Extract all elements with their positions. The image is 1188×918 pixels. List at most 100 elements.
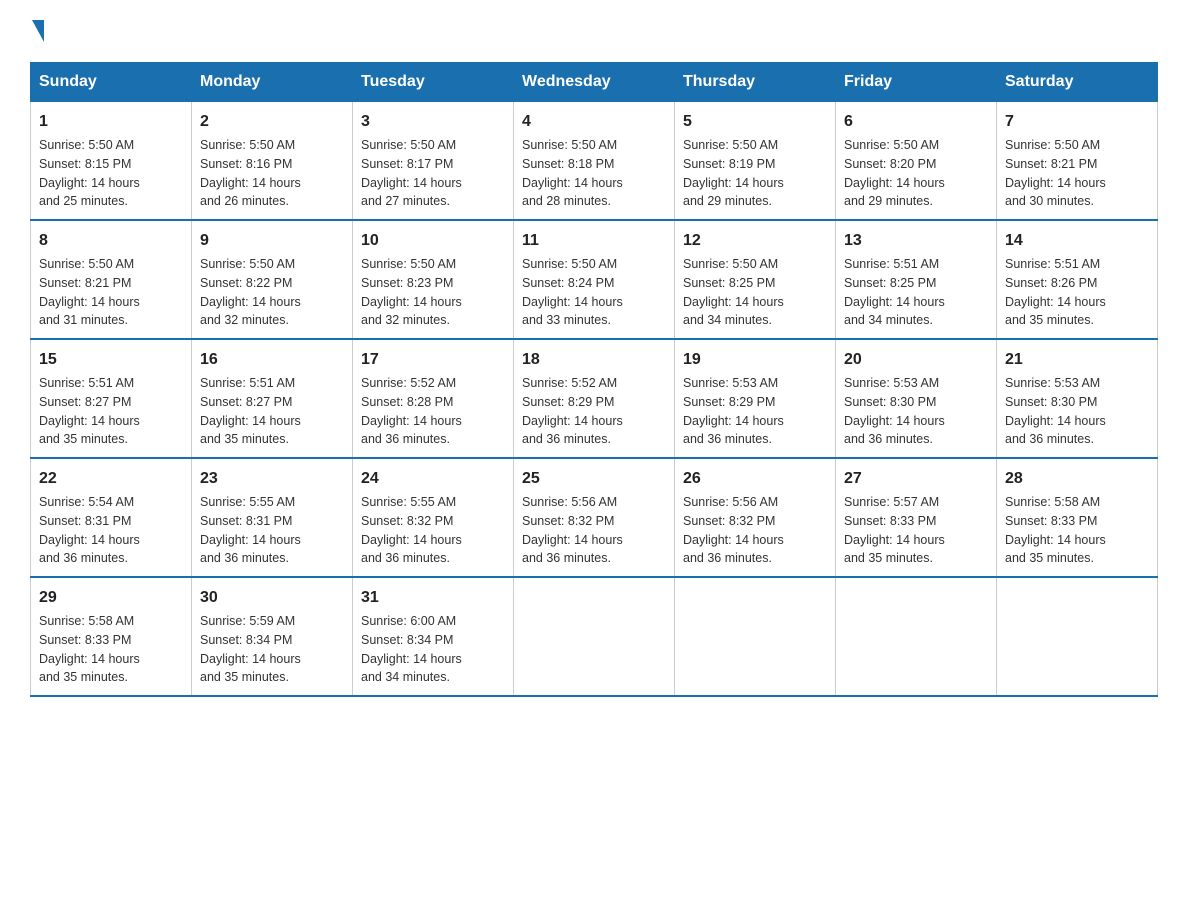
calendar-cell: 8Sunrise: 5:50 AM Sunset: 8:21 PM Daylig…: [31, 220, 192, 339]
day-number: 13: [844, 229, 988, 253]
day-info: Sunrise: 5:53 AM Sunset: 8:30 PM Dayligh…: [1005, 374, 1149, 449]
calendar-cell: 26Sunrise: 5:56 AM Sunset: 8:32 PM Dayli…: [675, 458, 836, 577]
calendar-cell: 6Sunrise: 5:50 AM Sunset: 8:20 PM Daylig…: [836, 102, 997, 221]
calendar-cell: 5Sunrise: 5:50 AM Sunset: 8:19 PM Daylig…: [675, 102, 836, 221]
calendar-week-row: 22Sunrise: 5:54 AM Sunset: 8:31 PM Dayli…: [31, 458, 1158, 577]
day-info: Sunrise: 5:58 AM Sunset: 8:33 PM Dayligh…: [39, 612, 183, 687]
day-number: 9: [200, 229, 344, 253]
calendar-cell: 17Sunrise: 5:52 AM Sunset: 8:28 PM Dayli…: [353, 339, 514, 458]
day-number: 18: [522, 348, 666, 372]
calendar-day-header: Wednesday: [514, 63, 675, 102]
day-info: Sunrise: 5:51 AM Sunset: 8:26 PM Dayligh…: [1005, 255, 1149, 330]
day-info: Sunrise: 6:00 AM Sunset: 8:34 PM Dayligh…: [361, 612, 505, 687]
day-info: Sunrise: 5:50 AM Sunset: 8:22 PM Dayligh…: [200, 255, 344, 330]
calendar-cell: 1Sunrise: 5:50 AM Sunset: 8:15 PM Daylig…: [31, 102, 192, 221]
day-info: Sunrise: 5:55 AM Sunset: 8:31 PM Dayligh…: [200, 493, 344, 568]
calendar-day-header: Monday: [192, 63, 353, 102]
day-number: 31: [361, 586, 505, 610]
calendar-cell: [997, 577, 1158, 696]
calendar-day-header: Friday: [836, 63, 997, 102]
calendar-cell: 19Sunrise: 5:53 AM Sunset: 8:29 PM Dayli…: [675, 339, 836, 458]
day-number: 5: [683, 110, 827, 134]
day-number: 3: [361, 110, 505, 134]
calendar-cell: 22Sunrise: 5:54 AM Sunset: 8:31 PM Dayli…: [31, 458, 192, 577]
day-info: Sunrise: 5:59 AM Sunset: 8:34 PM Dayligh…: [200, 612, 344, 687]
day-number: 24: [361, 467, 505, 491]
day-number: 8: [39, 229, 183, 253]
day-info: Sunrise: 5:51 AM Sunset: 8:25 PM Dayligh…: [844, 255, 988, 330]
day-number: 22: [39, 467, 183, 491]
calendar-cell: 24Sunrise: 5:55 AM Sunset: 8:32 PM Dayli…: [353, 458, 514, 577]
day-info: Sunrise: 5:56 AM Sunset: 8:32 PM Dayligh…: [683, 493, 827, 568]
day-info: Sunrise: 5:53 AM Sunset: 8:30 PM Dayligh…: [844, 374, 988, 449]
day-number: 20: [844, 348, 988, 372]
logo-triangle-icon: [32, 20, 44, 42]
calendar-cell: 18Sunrise: 5:52 AM Sunset: 8:29 PM Dayli…: [514, 339, 675, 458]
calendar-header-row: SundayMondayTuesdayWednesdayThursdayFrid…: [31, 63, 1158, 102]
day-number: 26: [683, 467, 827, 491]
calendar-cell: 28Sunrise: 5:58 AM Sunset: 8:33 PM Dayli…: [997, 458, 1158, 577]
day-info: Sunrise: 5:55 AM Sunset: 8:32 PM Dayligh…: [361, 493, 505, 568]
calendar-cell: 23Sunrise: 5:55 AM Sunset: 8:31 PM Dayli…: [192, 458, 353, 577]
day-number: 17: [361, 348, 505, 372]
day-number: 11: [522, 229, 666, 253]
day-info: Sunrise: 5:56 AM Sunset: 8:32 PM Dayligh…: [522, 493, 666, 568]
day-number: 25: [522, 467, 666, 491]
calendar-cell: 11Sunrise: 5:50 AM Sunset: 8:24 PM Dayli…: [514, 220, 675, 339]
day-number: 15: [39, 348, 183, 372]
calendar-cell: 25Sunrise: 5:56 AM Sunset: 8:32 PM Dayli…: [514, 458, 675, 577]
calendar-cell: 30Sunrise: 5:59 AM Sunset: 8:34 PM Dayli…: [192, 577, 353, 696]
day-number: 19: [683, 348, 827, 372]
day-number: 4: [522, 110, 666, 134]
calendar-cell: 3Sunrise: 5:50 AM Sunset: 8:17 PM Daylig…: [353, 102, 514, 221]
day-number: 12: [683, 229, 827, 253]
calendar-week-row: 15Sunrise: 5:51 AM Sunset: 8:27 PM Dayli…: [31, 339, 1158, 458]
calendar-week-row: 1Sunrise: 5:50 AM Sunset: 8:15 PM Daylig…: [31, 102, 1158, 221]
calendar-cell: 16Sunrise: 5:51 AM Sunset: 8:27 PM Dayli…: [192, 339, 353, 458]
calendar-table: SundayMondayTuesdayWednesdayThursdayFrid…: [30, 62, 1158, 697]
calendar-cell: 29Sunrise: 5:58 AM Sunset: 8:33 PM Dayli…: [31, 577, 192, 696]
day-info: Sunrise: 5:50 AM Sunset: 8:18 PM Dayligh…: [522, 136, 666, 211]
day-info: Sunrise: 5:51 AM Sunset: 8:27 PM Dayligh…: [39, 374, 183, 449]
calendar-cell: 14Sunrise: 5:51 AM Sunset: 8:26 PM Dayli…: [997, 220, 1158, 339]
calendar-day-header: Sunday: [31, 63, 192, 102]
calendar-day-header: Saturday: [997, 63, 1158, 102]
day-number: 28: [1005, 467, 1149, 491]
calendar-cell: 10Sunrise: 5:50 AM Sunset: 8:23 PM Dayli…: [353, 220, 514, 339]
day-info: Sunrise: 5:50 AM Sunset: 8:21 PM Dayligh…: [39, 255, 183, 330]
day-number: 27: [844, 467, 988, 491]
calendar-cell: [675, 577, 836, 696]
day-info: Sunrise: 5:50 AM Sunset: 8:17 PM Dayligh…: [361, 136, 505, 211]
day-info: Sunrise: 5:53 AM Sunset: 8:29 PM Dayligh…: [683, 374, 827, 449]
calendar-week-row: 8Sunrise: 5:50 AM Sunset: 8:21 PM Daylig…: [31, 220, 1158, 339]
day-info: Sunrise: 5:52 AM Sunset: 8:28 PM Dayligh…: [361, 374, 505, 449]
day-info: Sunrise: 5:57 AM Sunset: 8:33 PM Dayligh…: [844, 493, 988, 568]
calendar-cell: 21Sunrise: 5:53 AM Sunset: 8:30 PM Dayli…: [997, 339, 1158, 458]
day-number: 16: [200, 348, 344, 372]
day-number: 23: [200, 467, 344, 491]
calendar-cell: 7Sunrise: 5:50 AM Sunset: 8:21 PM Daylig…: [997, 102, 1158, 221]
day-info: Sunrise: 5:52 AM Sunset: 8:29 PM Dayligh…: [522, 374, 666, 449]
day-info: Sunrise: 5:50 AM Sunset: 8:23 PM Dayligh…: [361, 255, 505, 330]
day-number: 6: [844, 110, 988, 134]
day-info: Sunrise: 5:50 AM Sunset: 8:15 PM Dayligh…: [39, 136, 183, 211]
day-info: Sunrise: 5:50 AM Sunset: 8:19 PM Dayligh…: [683, 136, 827, 211]
day-info: Sunrise: 5:50 AM Sunset: 8:16 PM Dayligh…: [200, 136, 344, 211]
calendar-cell: 31Sunrise: 6:00 AM Sunset: 8:34 PM Dayli…: [353, 577, 514, 696]
calendar-cell: 20Sunrise: 5:53 AM Sunset: 8:30 PM Dayli…: [836, 339, 997, 458]
calendar-cell: 15Sunrise: 5:51 AM Sunset: 8:27 PM Dayli…: [31, 339, 192, 458]
calendar-cell: 12Sunrise: 5:50 AM Sunset: 8:25 PM Dayli…: [675, 220, 836, 339]
day-info: Sunrise: 5:50 AM Sunset: 8:24 PM Dayligh…: [522, 255, 666, 330]
calendar-day-header: Tuesday: [353, 63, 514, 102]
calendar-cell: 9Sunrise: 5:50 AM Sunset: 8:22 PM Daylig…: [192, 220, 353, 339]
calendar-cell: 13Sunrise: 5:51 AM Sunset: 8:25 PM Dayli…: [836, 220, 997, 339]
day-number: 21: [1005, 348, 1149, 372]
day-info: Sunrise: 5:50 AM Sunset: 8:25 PM Dayligh…: [683, 255, 827, 330]
calendar-week-row: 29Sunrise: 5:58 AM Sunset: 8:33 PM Dayli…: [31, 577, 1158, 696]
logo: [30, 20, 44, 42]
calendar-cell: 27Sunrise: 5:57 AM Sunset: 8:33 PM Dayli…: [836, 458, 997, 577]
day-number: 30: [200, 586, 344, 610]
day-number: 7: [1005, 110, 1149, 134]
day-number: 2: [200, 110, 344, 134]
day-number: 1: [39, 110, 183, 134]
